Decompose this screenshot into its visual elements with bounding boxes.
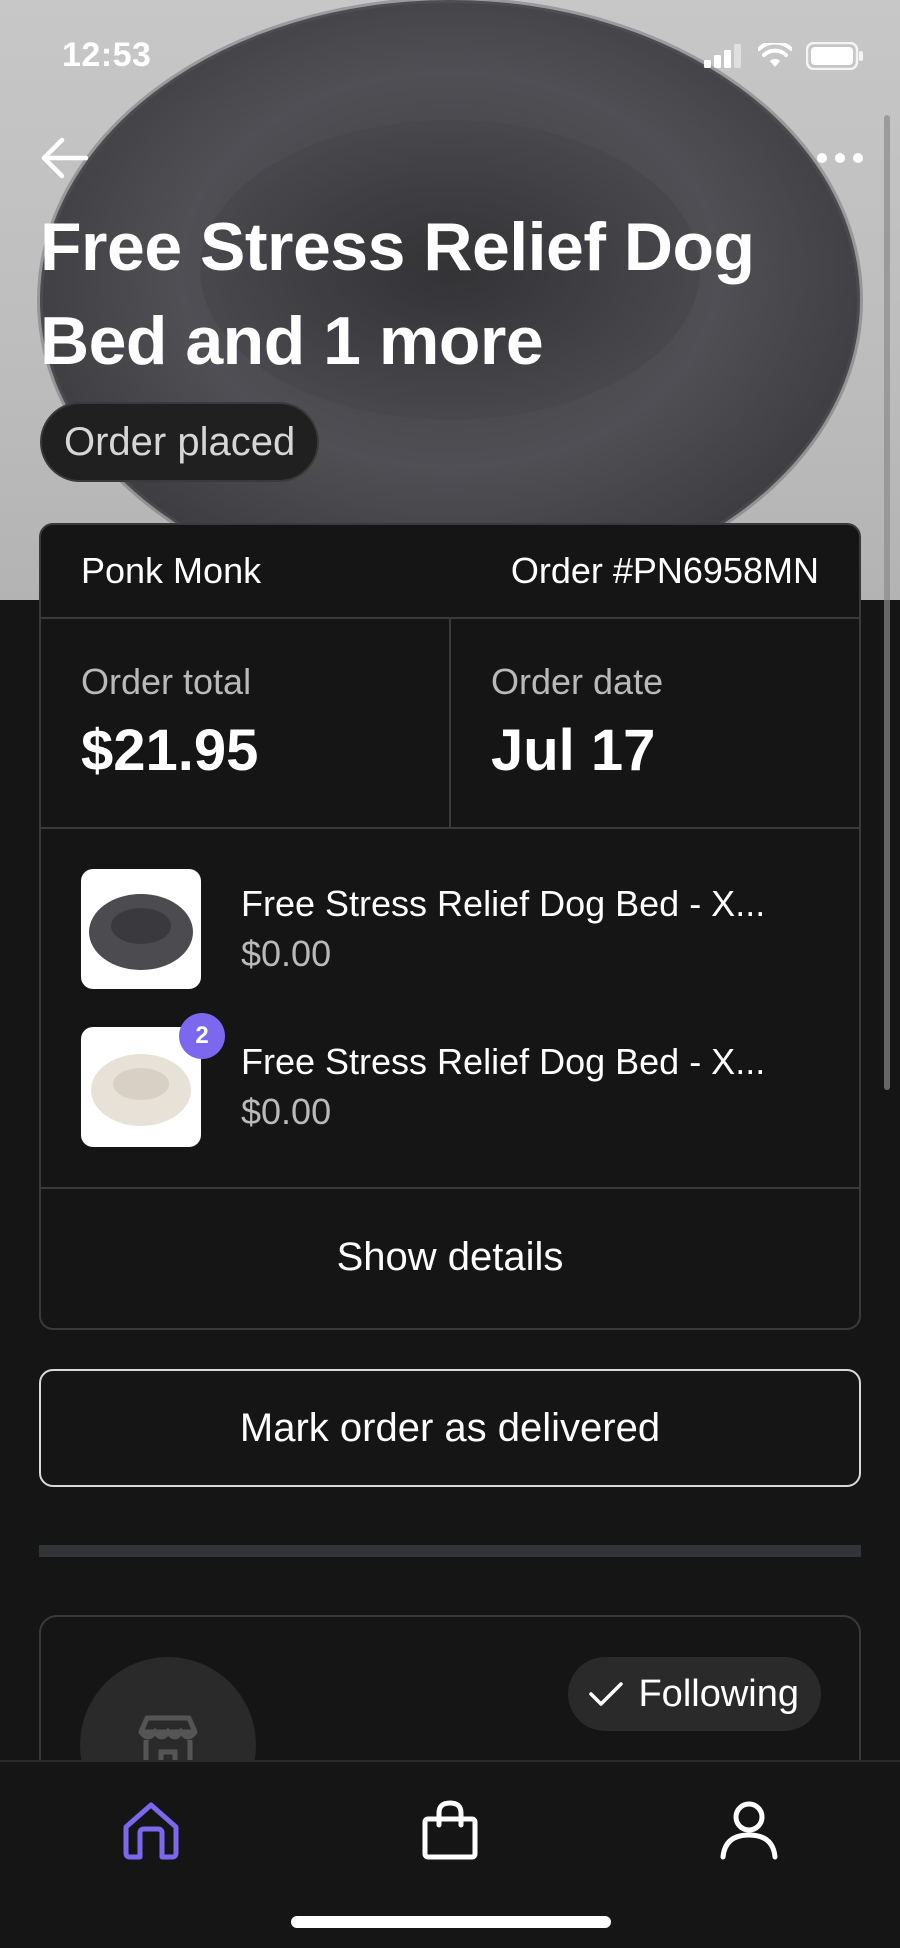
item-price: $0.00 (241, 1091, 332, 1132)
item-thumbnail: 2 (81, 1013, 225, 1147)
grey-dog-bed-image (89, 894, 193, 970)
quantity-badge: 2 (179, 1013, 225, 1059)
more-options-button[interactable] (810, 130, 870, 186)
cellular-signal-icon (704, 44, 741, 68)
mark-delivered-button[interactable]: Mark order as delivered (39, 1369, 861, 1487)
item-thumbnail (81, 869, 201, 989)
order-total-label: Order total (81, 661, 252, 702)
tab-profile[interactable] (709, 1790, 789, 1870)
order-summary-card: Ponk Monk Order #PN6958MN Order total $2… (39, 523, 861, 1330)
scroll-indicator[interactable] (884, 115, 890, 1090)
order-number: Order #PN6958MN (510, 550, 819, 591)
order-detail-screen: 12:53 Free Stress Relief Dog Bed and 1 m… (0, 0, 900, 1948)
order-stats: Order total $21.95 Order date Jul 17 (41, 619, 859, 829)
item-price: $0.00 (241, 933, 332, 974)
show-details-button[interactable]: Show details (41, 1189, 859, 1326)
wifi-icon (758, 43, 792, 67)
tab-purchases[interactable] (410, 1790, 490, 1870)
hero-image: 12:53 Free Stress Relief Dog Bed and 1 m… (0, 0, 900, 600)
home-indicator[interactable] (291, 1916, 611, 1928)
status-time: 12:53 (62, 36, 152, 74)
order-items: Free Stress Relief Dog Bed - X... $0.00 … (41, 829, 859, 1189)
page-title-line2: Bed and 1 more (40, 303, 544, 379)
order-card-header: Ponk Monk Order #PN6958MN (41, 525, 859, 619)
order-item[interactable]: Free Stress Relief Dog Bed - X... $0.00 (81, 869, 819, 989)
profile-icon (720, 1801, 778, 1860)
white-dog-bed-image (91, 1054, 191, 1126)
battery-icon (806, 42, 863, 70)
status-bar: 12:53 (0, 0, 900, 110)
ellipsis-icon (817, 153, 863, 163)
item-name: Free Stress Relief Dog Bed - X... (241, 1041, 766, 1082)
order-date-label: Order date (491, 661, 664, 702)
arrow-left-icon (41, 137, 88, 179)
item-info: Free Stress Relief Dog Bed - X... $0.00 (241, 883, 765, 975)
order-total-value: $21.95 (81, 718, 259, 783)
order-total: Order total $21.95 (41, 619, 449, 827)
tab-home[interactable] (111, 1790, 191, 1870)
item-info: Free Stress Relief Dog Bed - X... $0.00 (241, 1041, 765, 1133)
order-date-value: Jul 17 (491, 718, 656, 783)
section-divider (39, 1545, 861, 1557)
order-status-badge: Order placed (40, 402, 320, 482)
following-label: Following (638, 1672, 799, 1715)
following-button[interactable]: Following (568, 1657, 821, 1731)
page-title: Free Stress Relief Dog Bed and 1 more (40, 200, 860, 388)
home-icon (123, 1802, 179, 1860)
back-button[interactable] (36, 130, 92, 186)
item-name: Free Stress Relief Dog Bed - X... (241, 883, 766, 924)
bag-icon (422, 1800, 478, 1860)
order-item[interactable]: 2 Free Stress Relief Dog Bed - X... $0.0… (81, 1013, 819, 1147)
checkmark-icon (589, 1682, 624, 1706)
order-date: Order date Jul 17 (449, 619, 859, 827)
status-icons (704, 42, 864, 70)
page-title-line1: Free Stress Relief Dog (40, 209, 755, 285)
shop-name[interactable]: Ponk Monk (81, 550, 261, 592)
